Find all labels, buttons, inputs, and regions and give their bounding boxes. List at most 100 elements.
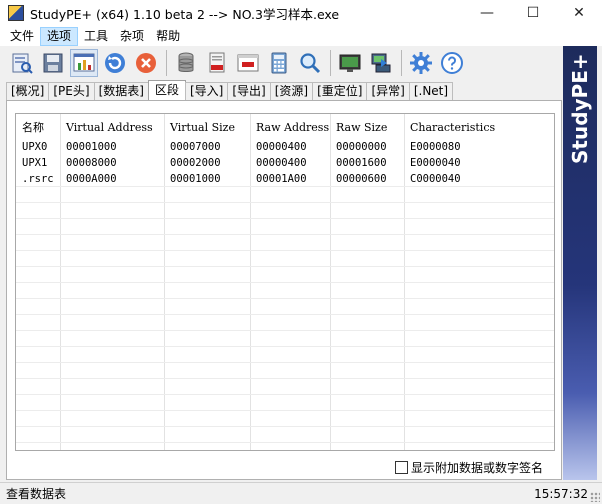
network-button[interactable]	[367, 49, 395, 77]
section-raw-size[interactable]: 00000600	[336, 171, 387, 187]
row-divider	[16, 330, 554, 331]
database-icon	[178, 52, 194, 72]
calculator-icon	[271, 52, 287, 74]
section-virtual-address[interactable]: 0000A000	[66, 171, 117, 187]
cancel-icon	[136, 53, 156, 73]
sections-table[interactable]: 名称 Virtual Address Virtual Size Raw Addr…	[15, 113, 555, 451]
section-characteristics[interactable]: E0000080	[410, 139, 461, 155]
menu-file[interactable]: 文件	[4, 27, 40, 46]
menu-tools[interactable]: 工具	[78, 27, 114, 46]
section-name[interactable]: UPX0	[22, 139, 47, 155]
monitor-button[interactable]	[336, 49, 364, 77]
row-divider	[16, 410, 554, 411]
app-icon	[8, 5, 24, 21]
monitor-icon	[339, 54, 361, 72]
section-raw-address[interactable]: 00001A00	[256, 171, 307, 187]
calculator-button[interactable]	[265, 49, 293, 77]
sections-panel: 名称 Virtual Address Virtual Size Raw Addr…	[6, 100, 562, 480]
menu-help[interactable]: 帮助	[150, 27, 186, 46]
tab-sections[interactable]: 区段	[147, 80, 186, 100]
show-overlay-checkbox-row[interactable]: 显示附加数据或数字签名	[395, 459, 543, 476]
tab-resources[interactable]: [资源]	[269, 82, 314, 100]
tab-overview[interactable]: [概况]	[6, 82, 50, 100]
status-bar: 查看数据表 15:57:32	[0, 482, 602, 504]
status-clock: 15:57:32	[534, 486, 588, 501]
toolbar-separator-2	[330, 50, 331, 76]
column-header-virtual-size[interactable]: Virtual Size	[170, 120, 235, 136]
row-divider	[16, 298, 554, 299]
section-virtual-address[interactable]: 00008000	[66, 155, 117, 171]
brand-logo-text: StudyPE+	[568, 53, 592, 164]
column-header-raw-size[interactable]: Raw Size	[336, 120, 387, 136]
search-button[interactable]	[296, 49, 324, 77]
cancel-button[interactable]	[132, 49, 160, 77]
section-raw-address[interactable]: 00000400	[256, 155, 307, 171]
row-divider	[16, 426, 554, 427]
database-button[interactable]	[172, 49, 200, 77]
column-header-virtual-address[interactable]: Virtual Address	[66, 120, 153, 136]
column-header-name[interactable]: 名称	[22, 120, 44, 136]
section-characteristics[interactable]: C0000040	[410, 171, 461, 187]
status-message: 查看数据表	[6, 487, 67, 501]
tab-dotnet[interactable]: [.Net]	[408, 82, 454, 100]
network-icon	[371, 53, 391, 73]
save-icon	[43, 53, 63, 73]
window-title: StudyPE+ (x64) 1.10 beta 2 --> NO.3学习样本.…	[30, 6, 340, 22]
toolbar-separator	[166, 50, 167, 76]
column-header-raw-address[interactable]: Raw Address	[256, 120, 329, 136]
refresh-button[interactable]	[101, 49, 129, 77]
asm-icon	[209, 52, 225, 73]
section-virtual-address[interactable]: 00001000	[66, 139, 117, 155]
section-raw-size[interactable]: 00001600	[336, 155, 387, 171]
tab-data-directories[interactable]: [数据表]	[93, 82, 149, 100]
row-divider	[16, 346, 554, 347]
maximize-button[interactable]: ☐	[510, 0, 556, 26]
tab-relocations[interactable]: [重定位]	[312, 82, 368, 100]
section-name[interactable]: .rsrc	[22, 171, 54, 187]
section-virtual-size[interactable]: 00007000	[170, 139, 221, 155]
brand-banner: StudyPE+	[563, 46, 597, 480]
chart-button[interactable]	[70, 49, 98, 77]
tab-imports[interactable]: [导入]	[184, 82, 229, 100]
row-divider	[16, 234, 554, 235]
asm-button[interactable]	[203, 49, 231, 77]
tab-exports[interactable]: [导出]	[227, 82, 271, 100]
open-file-button[interactable]	[8, 49, 36, 77]
row-divider	[16, 250, 554, 251]
row-divider	[16, 314, 554, 315]
row-divider	[16, 186, 554, 187]
show-overlay-checkbox[interactable]	[395, 461, 408, 474]
row-divider	[16, 202, 554, 203]
section-characteristics[interactable]: E0000040	[410, 155, 461, 171]
title-bar: StudyPE+ (x64) 1.10 beta 2 --> NO.3学习样本.…	[0, 0, 602, 26]
gear-icon	[410, 52, 432, 74]
help-button[interactable]	[438, 49, 466, 77]
close-button[interactable]: ✕	[556, 0, 602, 26]
asm-window-button[interactable]	[234, 49, 262, 77]
show-overlay-label[interactable]: 显示附加数据或数字签名	[411, 459, 543, 476]
section-raw-size[interactable]: 00000000	[336, 139, 387, 155]
section-name[interactable]: UPX1	[22, 155, 47, 171]
search-icon	[300, 53, 321, 74]
minimize-button[interactable]: —	[464, 0, 510, 26]
section-virtual-size[interactable]: 00001000	[170, 171, 221, 187]
refresh-icon	[105, 53, 125, 73]
toolbar	[0, 46, 562, 80]
menu-misc[interactable]: 杂项	[114, 27, 150, 46]
row-divider	[16, 266, 554, 267]
column-header-characteristics[interactable]: Characteristics	[410, 120, 495, 136]
section-virtual-size[interactable]: 00002000	[170, 155, 221, 171]
section-raw-address[interactable]: 00000400	[256, 139, 307, 155]
tab-exceptions[interactable]: [异常]	[366, 82, 410, 100]
save-button[interactable]	[39, 49, 67, 77]
menu-options[interactable]: 选项	[40, 26, 79, 46]
row-divider	[16, 362, 554, 363]
tab-pe-header[interactable]: [PE头]	[48, 82, 95, 100]
row-divider	[16, 442, 554, 443]
toolbar-separator-3	[401, 50, 402, 76]
tab-bar: [概况] [PE头] [数据表] 区段 [导入] [导出] [资源] [重定位]…	[6, 80, 454, 100]
resize-grip[interactable]	[590, 492, 600, 502]
chart-icon	[73, 53, 95, 72]
row-divider	[16, 218, 554, 219]
settings-button[interactable]	[407, 49, 435, 77]
